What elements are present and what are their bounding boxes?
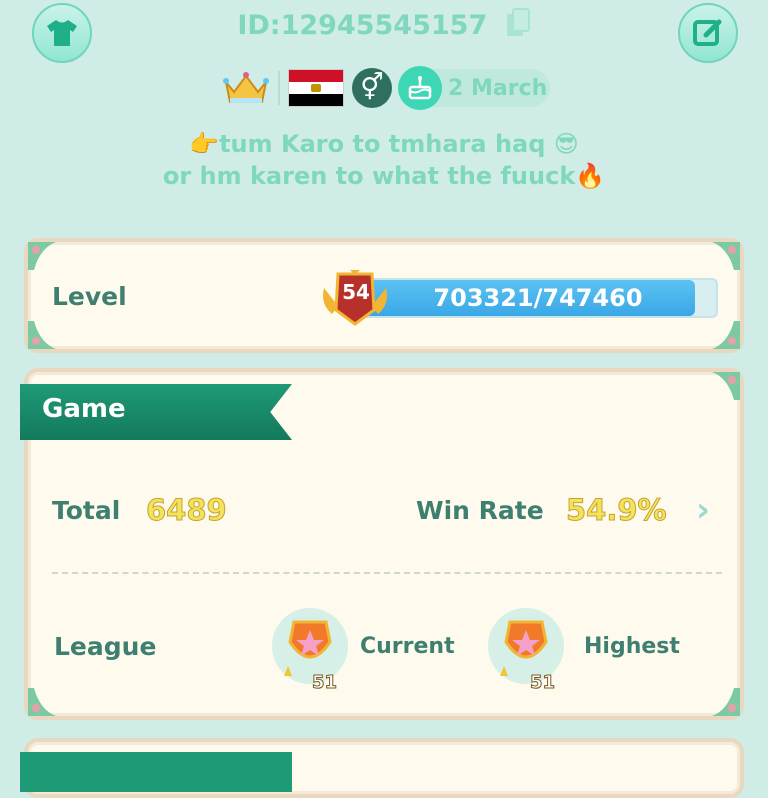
highest-league-level: 51 bbox=[529, 672, 556, 694]
level-card: Level 703321/747460 54 bbox=[24, 238, 744, 353]
birthday-badge: 2 March bbox=[398, 66, 550, 110]
user-id: ID:12945545157 bbox=[237, 10, 488, 41]
level-label: Level bbox=[52, 282, 127, 311]
edit-profile-button[interactable] bbox=[678, 3, 738, 63]
highest-league-label: Highest bbox=[584, 634, 680, 659]
bio-line-2: or hm karen to what the fuuck🔥 bbox=[162, 162, 606, 190]
section-ribbon: Game bbox=[20, 384, 292, 440]
copy-icon[interactable] bbox=[505, 8, 531, 45]
corner-ornament bbox=[28, 688, 56, 716]
divider bbox=[278, 71, 280, 105]
chevron-right-icon[interactable]: › bbox=[696, 490, 710, 530]
corner-ornament bbox=[712, 321, 740, 349]
game-stats-card: Game Total 6489 Win Rate 54.9% › League … bbox=[20, 368, 744, 720]
current-league-label: Current bbox=[360, 634, 455, 659]
level-number: 54 bbox=[342, 280, 370, 304]
divider bbox=[52, 572, 722, 574]
birthday-date: 2 March bbox=[448, 75, 548, 101]
egypt-flag-icon[interactable] bbox=[288, 69, 344, 107]
bio-line-1: 👉tum Karo to tmhara haq 😎 bbox=[189, 130, 579, 158]
corner-ornament bbox=[712, 372, 740, 400]
corner-ornament bbox=[28, 321, 56, 349]
win-rate-label: Win Rate bbox=[416, 496, 544, 525]
crown-icon[interactable] bbox=[222, 68, 270, 108]
next-section-card bbox=[20, 738, 744, 798]
xp-progress-text: 703321/747460 bbox=[433, 284, 643, 312]
win-rate-value: 54.9% bbox=[566, 493, 668, 528]
current-league-medal-icon[interactable] bbox=[270, 606, 350, 686]
corner-ornament bbox=[28, 242, 56, 270]
corner-ornament bbox=[712, 242, 740, 270]
edit-icon bbox=[693, 19, 722, 46]
league-label: League bbox=[54, 632, 157, 661]
section-ribbon bbox=[20, 752, 292, 792]
profile-bio: 👉tum Karo to tmhara haq 😎 or hm karen to… bbox=[0, 128, 768, 192]
current-league-level: 51 bbox=[311, 672, 338, 694]
total-games-label: Total bbox=[52, 496, 121, 525]
profile-badges: ⚥ 2 March bbox=[222, 66, 550, 110]
corner-ornament bbox=[712, 688, 740, 716]
section-title: Game bbox=[42, 394, 126, 424]
total-games-value: 6489 bbox=[146, 493, 228, 528]
gender-icon: ⚥ bbox=[352, 68, 392, 108]
cake-icon bbox=[398, 66, 442, 110]
user-id-row: ID:12945545157 bbox=[0, 8, 768, 45]
